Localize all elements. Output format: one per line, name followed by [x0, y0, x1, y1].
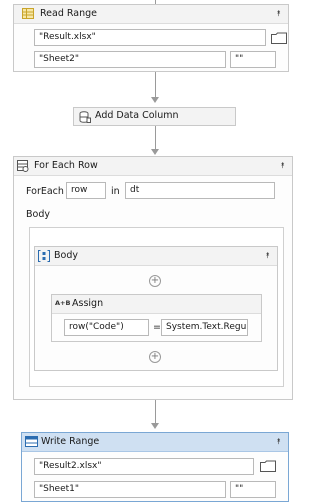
assign-to-input[interactable]: row("Code")	[64, 319, 149, 336]
sheet-name-input[interactable]: "Sheet2"	[34, 51, 226, 68]
assign-value-input[interactable]: System.Text.Regula	[161, 319, 248, 336]
collection-input[interactable]: dt	[125, 182, 275, 199]
connector-arrow	[151, 149, 159, 155]
folder-icon[interactable]	[271, 32, 287, 44]
assign-activity[interactable]: A+B Assign row("Code") = System.Text.Reg…	[51, 294, 262, 342]
read-range-title: Read Range	[40, 8, 97, 19]
add-data-column-activity[interactable]: Add Data Column	[73, 107, 236, 126]
connector	[155, 72, 156, 98]
write-range-activity[interactable]: Write Range ⯭ "Result2.xlsx" "Sheet1" ""	[21, 432, 289, 502]
plus-circle-icon[interactable]: +	[149, 351, 161, 363]
range-input[interactable]: ""	[230, 481, 276, 498]
for-each-row-header[interactable]: For Each Row ⯭	[14, 157, 292, 176]
foreach-label: ForEach	[26, 186, 64, 197]
body-label: Body	[26, 209, 50, 220]
for-each-row-title: For Each Row	[34, 160, 98, 171]
write-range-title: Write Range	[41, 436, 100, 447]
collapse-icon[interactable]: ⯭	[273, 436, 284, 447]
folder-icon[interactable]	[260, 460, 276, 472]
assign-operator: =	[153, 322, 161, 333]
range-input[interactable]: ""	[230, 51, 276, 68]
read-range-activity[interactable]: Read Range ⯭ "Result.xlsx" "Sheet2" ""	[13, 4, 289, 72]
assign-header[interactable]: A+B Assign	[52, 295, 261, 314]
connector-arrow	[151, 423, 159, 429]
data-column-icon	[79, 111, 91, 123]
body-drop-area[interactable]: Body ⯭ + A+B Assign row("Code") = System…	[29, 227, 284, 387]
item-variable-input[interactable]: row	[66, 182, 106, 199]
write-range-icon	[25, 436, 38, 447]
body-sequence[interactable]: Body ⯭ + A+B Assign row("Code") = System…	[34, 246, 278, 371]
workbook-path-input[interactable]: "Result.xlsx"	[34, 29, 266, 46]
write-range-header[interactable]: Write Range ⯭	[22, 433, 288, 452]
collapse-icon[interactable]: ⯭	[277, 160, 288, 171]
connector	[155, 126, 156, 150]
add-data-column-title: Add Data Column	[95, 110, 179, 121]
connector	[155, 400, 156, 424]
body-sequence-header[interactable]: Body ⯭	[35, 247, 277, 266]
collapse-icon[interactable]: ⯭	[273, 8, 284, 19]
in-label: in	[111, 186, 120, 197]
sheet-name-input[interactable]: "Sheet1"	[34, 481, 226, 498]
assign-title: Assign	[72, 298, 104, 309]
sequence-icon	[38, 250, 50, 262]
excel-read-icon	[22, 8, 34, 19]
read-range-header[interactable]: Read Range ⯭	[14, 5, 288, 24]
for-each-row-activity[interactable]: For Each Row ⯭ ForEach row in dt Body Bo…	[13, 156, 293, 400]
for-each-row-icon	[17, 160, 29, 172]
connector-arrow	[151, 97, 159, 103]
body-sequence-title: Body	[54, 250, 78, 261]
assign-icon: A+B	[55, 299, 71, 307]
workbook-path-input[interactable]: "Result2.xlsx"	[34, 458, 254, 475]
collapse-icon[interactable]: ⯭	[262, 250, 273, 261]
plus-circle-icon[interactable]: +	[149, 275, 161, 287]
